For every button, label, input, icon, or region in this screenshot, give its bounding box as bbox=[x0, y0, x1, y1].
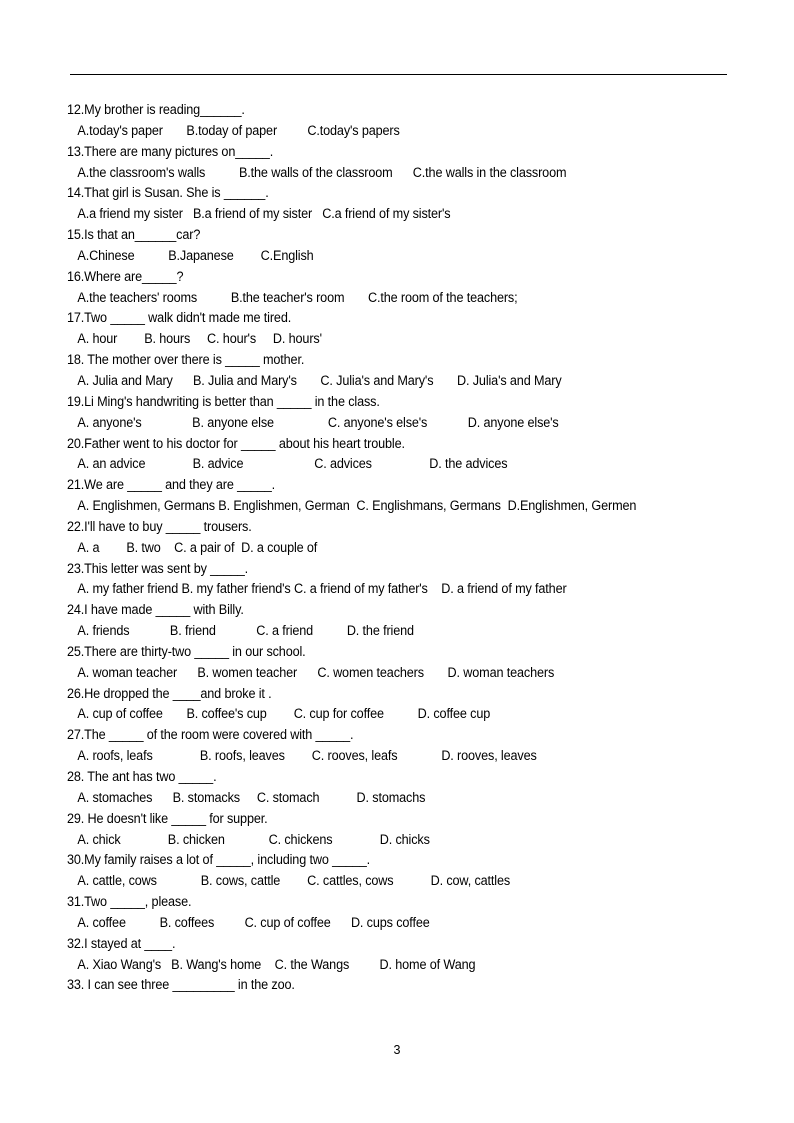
question-line: 33. I can see three _________ in the zoo… bbox=[67, 977, 295, 993]
option-line: A. Julia and Mary B. Julia and Mary's C.… bbox=[77, 372, 562, 388]
option-line: A.Chinese B.Japanese C.English bbox=[77, 247, 314, 263]
question-line: 27.The _____ of the room were covered wi… bbox=[67, 727, 354, 743]
question-line: 31.Two _____, please. bbox=[67, 894, 192, 910]
option-line: A.the classroom's walls B.the walls of t… bbox=[77, 164, 567, 180]
question-line: 23.This letter was sent by _____. bbox=[67, 560, 249, 576]
question-line: 19.Li Ming's handwriting is better than … bbox=[67, 393, 380, 409]
question-line: 28. The ant has two _____. bbox=[67, 769, 217, 784]
option-line: A. a B. two C. a pair of D. a couple of bbox=[77, 539, 318, 555]
option-line: A.today's paper B.today of paper C.today… bbox=[77, 122, 400, 138]
question-line: 29. He doesn't like _____ for supper. bbox=[67, 810, 268, 826]
question-line: 17.Two _____ walk didn't made me tired. bbox=[67, 310, 292, 326]
option-line: A. woman teacher B. women teacher C. wom… bbox=[77, 664, 555, 680]
question-line: 18. The mother over there is _____ mothe… bbox=[67, 352, 305, 368]
option-line: A.the teachers' rooms B.the teacher's ro… bbox=[77, 289, 518, 305]
option-line: A. Englishmen, Germans B. Englishmen, Ge… bbox=[77, 498, 637, 514]
question-line: 25.There are thirty-two _____ in our sch… bbox=[67, 643, 306, 659]
question-line: 30.My family raises a lot of _____, incl… bbox=[67, 852, 370, 868]
question-list: 12.My brother is reading______. A.today's… bbox=[67, 100, 739, 996]
question-line: 22.I'll have to buy _____ trousers. bbox=[67, 518, 252, 534]
question-line: 26.He dropped the ____and broke it . bbox=[67, 685, 272, 701]
question-line: 21.We are _____ and they are _____. bbox=[67, 477, 275, 493]
question-line: 14.That girl is Susan. She is ______. bbox=[67, 185, 269, 201]
question-line: 32.I stayed at ____. bbox=[67, 935, 176, 951]
question-line: 16.Where are_____? bbox=[67, 268, 184, 284]
document-page: 12.My brother is reading______. A.today's… bbox=[0, 0, 794, 1123]
question-line: 12.My brother is reading______. bbox=[67, 102, 245, 117]
option-line: A. roofs, leafs B. roofs, leaves C. roov… bbox=[77, 748, 537, 764]
header-divider-rule bbox=[70, 74, 727, 75]
option-line: A. Xiao Wang's B. Wang's home C. the Wan… bbox=[77, 956, 476, 972]
option-line: A. chick B. chicken C. chickens D. chick… bbox=[77, 831, 430, 847]
question-line: 20.Father went to his doctor for _____ a… bbox=[67, 435, 405, 451]
option-line: A. coffee B. coffees C. cup of coffee D.… bbox=[77, 914, 430, 930]
option-line: A. hour B. hours C. hour's D. hours' bbox=[77, 331, 322, 347]
option-line: A. cup of coffee B. coffee's cup C. cup … bbox=[77, 706, 491, 722]
option-line: A. stomaches B. stomacks C. stomach D. s… bbox=[77, 789, 426, 805]
question-line: 15.Is that an______car? bbox=[67, 227, 201, 243]
option-line: A. friends B. friend C. a friend D. the … bbox=[77, 623, 414, 639]
question-line: 24.I have made _____ with Billy. bbox=[67, 602, 244, 618]
option-line: A.a friend my sister B.a friend of my si… bbox=[77, 206, 451, 222]
option-line: A. an advice B. advice C. advices D. the… bbox=[77, 456, 508, 472]
option-line: A. cattle, cows B. cows, cattle C. cattl… bbox=[77, 873, 511, 889]
question-line: 13.There are many pictures on_____. bbox=[67, 143, 274, 159]
page-number: 3 bbox=[393, 1043, 401, 1057]
option-line: A. anyone's B. anyone else C. anyone's e… bbox=[77, 414, 559, 430]
option-line: A. my father friend B. my father friend'… bbox=[77, 581, 567, 597]
